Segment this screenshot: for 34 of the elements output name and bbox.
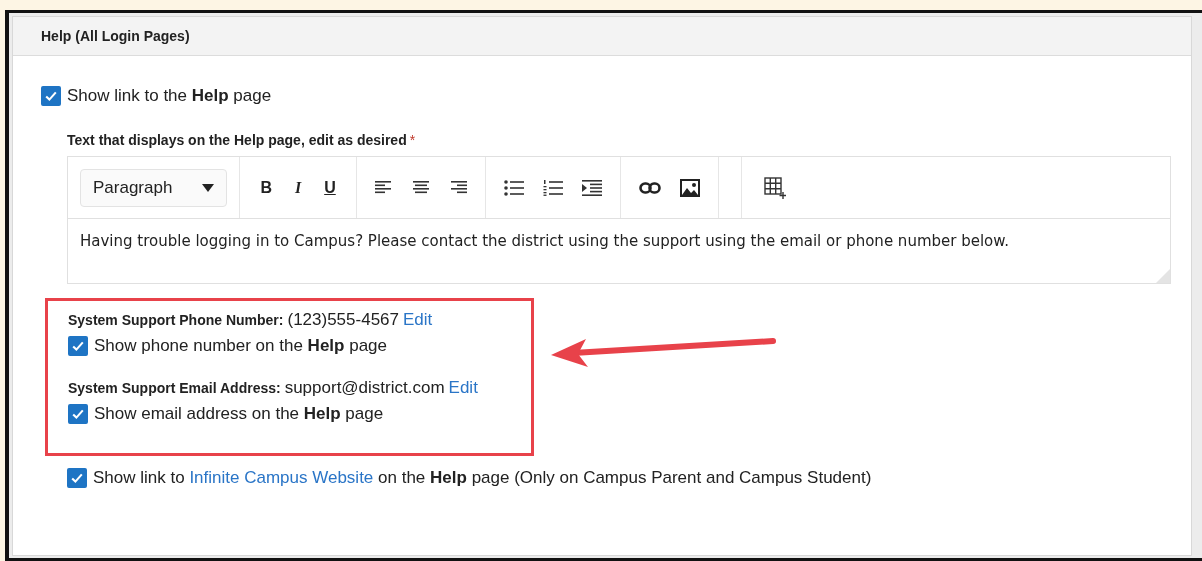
image-icon[interactable] (679, 178, 700, 197)
checkbox[interactable] (68, 404, 88, 424)
insert-table-icon[interactable] (763, 176, 786, 199)
setting-value: (123)555-4567 (287, 310, 399, 330)
panel-title: Help (All Login Pages) (41, 28, 190, 44)
format-dropdown[interactable]: Paragraph (80, 168, 228, 207)
setting-value: support@district.com (284, 378, 445, 398)
bullet-list-icon[interactable] (503, 179, 524, 196)
checkbox[interactable] (67, 468, 87, 488)
link-icon[interactable] (638, 181, 661, 194)
format-button[interactable]: U (322, 178, 338, 197)
checkbox-label: Show phone number on the Help page (94, 336, 387, 356)
setting-label: System Support Phone Number: (68, 312, 284, 328)
edit-link[interactable]: Edit (448, 378, 478, 398)
checkbox-label: Show email address on the Help page (94, 404, 384, 424)
setting-label: System Support Email Address: (68, 380, 281, 396)
field-label: Text that displays on the Help page, edit as desired (67, 132, 407, 148)
checkbox-label: Show link to Infinite Campus Website on the Help page (Only on Campus Parent and Campus Student) (93, 468, 872, 488)
resize-grip-icon[interactable] (1156, 269, 1170, 283)
editor-content[interactable]: Having trouble logging in to Campus? Please contact the district using the support using the email or phone number below. (68, 219, 1170, 283)
format-button[interactable]: I (292, 178, 304, 197)
checkbox[interactable] (68, 336, 88, 356)
required-mark: * (409, 132, 416, 148)
format-button[interactable]: B (258, 178, 274, 197)
checkbox-label: Show link to the Help page (67, 86, 272, 106)
align-center-icon[interactable] (411, 179, 430, 196)
align-right-icon[interactable] (448, 179, 467, 196)
checkbox[interactable] (41, 86, 61, 106)
website-link[interactable]: Infinite Campus Website (189, 468, 374, 487)
caret-icon (202, 183, 215, 192)
indent-icon[interactable] (581, 179, 602, 196)
numbered-list-icon[interactable] (542, 179, 563, 196)
edit-link[interactable]: Edit (403, 310, 433, 330)
align-left-icon[interactable] (374, 179, 393, 196)
